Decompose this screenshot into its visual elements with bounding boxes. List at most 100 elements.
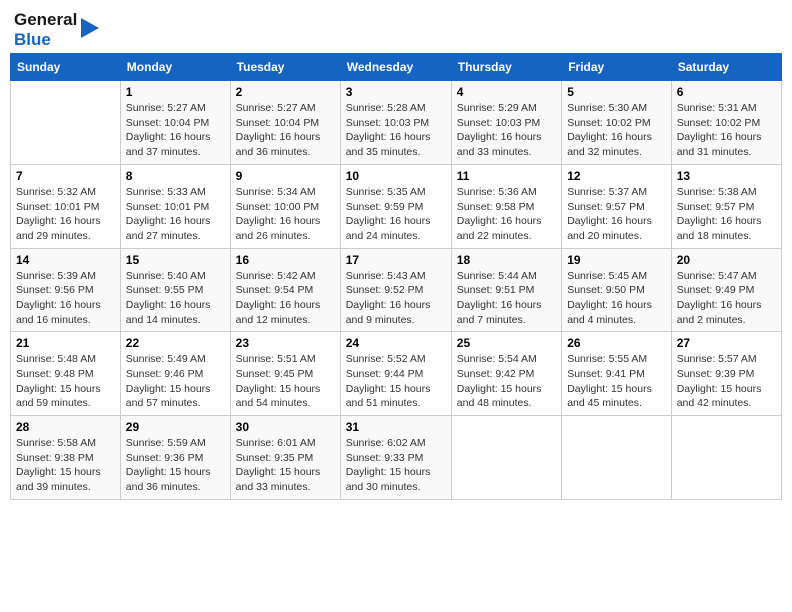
calendar-header-row: SundayMondayTuesdayWednesdayThursdayFrid… xyxy=(11,54,782,81)
column-header-sunday: Sunday xyxy=(11,54,121,81)
day-info: Sunrise: 5:27 AM Sunset: 10:04 PM Daylig… xyxy=(236,101,335,160)
week-row-3: 14 Sunrise: 5:39 AM Sunset: 9:56 PM Dayli… xyxy=(11,248,782,332)
calendar-table: SundayMondayTuesdayWednesdayThursdayFrid… xyxy=(10,53,782,500)
page-header: General Blue xyxy=(10,10,782,49)
day-cell: 28 Sunrise: 5:58 AM Sunset: 9:38 PM Dayli… xyxy=(11,416,121,500)
day-info: Sunrise: 5:49 AM Sunset: 9:46 PM Dayligh… xyxy=(126,352,225,411)
day-number: 23 xyxy=(236,336,335,350)
day-cell: 26 Sunrise: 5:55 AM Sunset: 9:41 PM Dayli… xyxy=(562,332,672,416)
day-number: 22 xyxy=(126,336,225,350)
day-cell: 16 Sunrise: 5:42 AM Sunset: 9:54 PM Dayli… xyxy=(230,248,340,332)
day-info: Sunrise: 6:02 AM Sunset: 9:33 PM Dayligh… xyxy=(346,436,446,495)
day-cell: 31 Sunrise: 6:02 AM Sunset: 9:33 PM Dayli… xyxy=(340,416,451,500)
day-cell: 3 Sunrise: 5:28 AM Sunset: 10:03 PM Dayli… xyxy=(340,81,451,165)
logo-arrow-icon xyxy=(81,18,99,38)
day-info: Sunrise: 6:01 AM Sunset: 9:35 PM Dayligh… xyxy=(236,436,335,495)
day-info: Sunrise: 5:58 AM Sunset: 9:38 PM Dayligh… xyxy=(16,436,115,495)
day-cell: 13Sunrise: 5:38 AM Sunset: 9:57 PM Dayli… xyxy=(671,164,781,248)
day-cell: 19Sunrise: 5:45 AM Sunset: 9:50 PM Dayli… xyxy=(562,248,672,332)
day-info: Sunrise: 5:55 AM Sunset: 9:41 PM Dayligh… xyxy=(567,352,666,411)
day-cell: 5 Sunrise: 5:30 AM Sunset: 10:02 PM Dayli… xyxy=(562,81,672,165)
day-cell: 4 Sunrise: 5:29 AM Sunset: 10:03 PM Dayli… xyxy=(451,81,561,165)
day-cell: 30 Sunrise: 6:01 AM Sunset: 9:35 PM Dayli… xyxy=(230,416,340,500)
day-info: Sunrise: 5:48 AM Sunset: 9:48 PM Dayligh… xyxy=(16,352,115,411)
day-number: 17 xyxy=(346,253,446,267)
day-number: 29 xyxy=(126,420,225,434)
day-cell: 17 Sunrise: 5:43 AM Sunset: 9:52 PM Dayli… xyxy=(340,248,451,332)
week-row-1: 1 Sunrise: 5:27 AM Sunset: 10:04 PM Dayli… xyxy=(11,81,782,165)
day-cell: 25 Sunrise: 5:54 AM Sunset: 9:42 PM Dayli… xyxy=(451,332,561,416)
day-info: Sunrise: 5:54 AM Sunset: 9:42 PM Dayligh… xyxy=(457,352,556,411)
day-number: 25 xyxy=(457,336,556,350)
day-cell xyxy=(562,416,672,500)
day-info: Sunrise: 5:40 AM Sunset: 9:55 PM Dayligh… xyxy=(126,269,225,328)
day-number: 30 xyxy=(236,420,335,434)
day-info: Sunrise: 5:36 AM Sunset: 9:58 PM Dayligh… xyxy=(457,185,556,244)
day-cell: 29Sunrise: 5:59 AM Sunset: 9:36 PM Dayli… xyxy=(120,416,230,500)
day-cell: 21 Sunrise: 5:48 AM Sunset: 9:48 PM Dayli… xyxy=(11,332,121,416)
calendar-body: 1 Sunrise: 5:27 AM Sunset: 10:04 PM Dayli… xyxy=(11,81,782,500)
column-header-tuesday: Tuesday xyxy=(230,54,340,81)
day-cell: 14 Sunrise: 5:39 AM Sunset: 9:56 PM Dayli… xyxy=(11,248,121,332)
column-header-monday: Monday xyxy=(120,54,230,81)
day-info: Sunrise: 5:43 AM Sunset: 9:52 PM Dayligh… xyxy=(346,269,446,328)
day-number: 31 xyxy=(346,420,446,434)
day-info: Sunrise: 5:27 AM Sunset: 10:04 PM Daylig… xyxy=(126,101,225,160)
day-info: Sunrise: 5:39 AM Sunset: 9:56 PM Dayligh… xyxy=(16,269,115,328)
day-cell: 20Sunrise: 5:47 AM Sunset: 9:49 PM Dayli… xyxy=(671,248,781,332)
day-info: Sunrise: 5:28 AM Sunset: 10:03 PM Daylig… xyxy=(346,101,446,160)
day-info: Sunrise: 5:34 AM Sunset: 10:00 PM Daylig… xyxy=(236,185,335,244)
day-cell: 22 Sunrise: 5:49 AM Sunset: 9:46 PM Dayli… xyxy=(120,332,230,416)
day-number: 6 xyxy=(677,85,776,99)
day-info: Sunrise: 5:44 AM Sunset: 9:51 PM Dayligh… xyxy=(457,269,556,328)
day-info: Sunrise: 5:52 AM Sunset: 9:44 PM Dayligh… xyxy=(346,352,446,411)
week-row-5: 28 Sunrise: 5:58 AM Sunset: 9:38 PM Dayli… xyxy=(11,416,782,500)
day-number: 12 xyxy=(567,169,666,183)
day-number: 26 xyxy=(567,336,666,350)
day-info: Sunrise: 5:45 AM Sunset: 9:50 PM Dayligh… xyxy=(567,269,666,328)
day-info: Sunrise: 5:32 AM Sunset: 10:01 PM Daylig… xyxy=(16,185,115,244)
day-info: Sunrise: 5:29 AM Sunset: 10:03 PM Daylig… xyxy=(457,101,556,160)
day-cell: 15 Sunrise: 5:40 AM Sunset: 9:55 PM Dayli… xyxy=(120,248,230,332)
day-cell: 11 Sunrise: 5:36 AM Sunset: 9:58 PM Dayli… xyxy=(451,164,561,248)
column-header-thursday: Thursday xyxy=(451,54,561,81)
day-number: 8 xyxy=(126,169,225,183)
day-number: 11 xyxy=(457,169,556,183)
day-info: Sunrise: 5:38 AM Sunset: 9:57 PM Dayligh… xyxy=(677,185,776,244)
day-cell: 27 Sunrise: 5:57 AM Sunset: 9:39 PM Dayli… xyxy=(671,332,781,416)
day-number: 16 xyxy=(236,253,335,267)
day-number: 20 xyxy=(677,253,776,267)
day-cell: 1 Sunrise: 5:27 AM Sunset: 10:04 PM Dayli… xyxy=(120,81,230,165)
day-info: Sunrise: 5:42 AM Sunset: 9:54 PM Dayligh… xyxy=(236,269,335,328)
day-number: 18 xyxy=(457,253,556,267)
day-number: 24 xyxy=(346,336,446,350)
day-number: 15 xyxy=(126,253,225,267)
day-cell xyxy=(451,416,561,500)
day-cell: 24 Sunrise: 5:52 AM Sunset: 9:44 PM Dayli… xyxy=(340,332,451,416)
day-info: Sunrise: 5:30 AM Sunset: 10:02 PM Daylig… xyxy=(567,101,666,160)
day-cell: 12 Sunrise: 5:37 AM Sunset: 9:57 PM Dayli… xyxy=(562,164,672,248)
day-number: 4 xyxy=(457,85,556,99)
day-number: 9 xyxy=(236,169,335,183)
day-number: 21 xyxy=(16,336,115,350)
day-number: 3 xyxy=(346,85,446,99)
logo-line2: Blue xyxy=(14,30,77,50)
day-number: 5 xyxy=(567,85,666,99)
week-row-2: 7Sunrise: 5:32 AM Sunset: 10:01 PM Dayli… xyxy=(11,164,782,248)
day-cell: 10Sunrise: 5:35 AM Sunset: 9:59 PM Dayli… xyxy=(340,164,451,248)
day-info: Sunrise: 5:33 AM Sunset: 10:01 PM Daylig… xyxy=(126,185,225,244)
day-info: Sunrise: 5:37 AM Sunset: 9:57 PM Dayligh… xyxy=(567,185,666,244)
day-cell: 23 Sunrise: 5:51 AM Sunset: 9:45 PM Dayli… xyxy=(230,332,340,416)
day-number: 14 xyxy=(16,253,115,267)
day-number: 28 xyxy=(16,420,115,434)
week-row-4: 21 Sunrise: 5:48 AM Sunset: 9:48 PM Dayli… xyxy=(11,332,782,416)
day-cell: 6Sunrise: 5:31 AM Sunset: 10:02 PM Dayli… xyxy=(671,81,781,165)
day-info: Sunrise: 5:51 AM Sunset: 9:45 PM Dayligh… xyxy=(236,352,335,411)
day-info: Sunrise: 5:57 AM Sunset: 9:39 PM Dayligh… xyxy=(677,352,776,411)
logo: General Blue xyxy=(14,10,99,49)
day-number: 27 xyxy=(677,336,776,350)
day-number: 10 xyxy=(346,169,446,183)
day-cell: 8 Sunrise: 5:33 AM Sunset: 10:01 PM Dayli… xyxy=(120,164,230,248)
day-number: 1 xyxy=(126,85,225,99)
day-cell xyxy=(671,416,781,500)
